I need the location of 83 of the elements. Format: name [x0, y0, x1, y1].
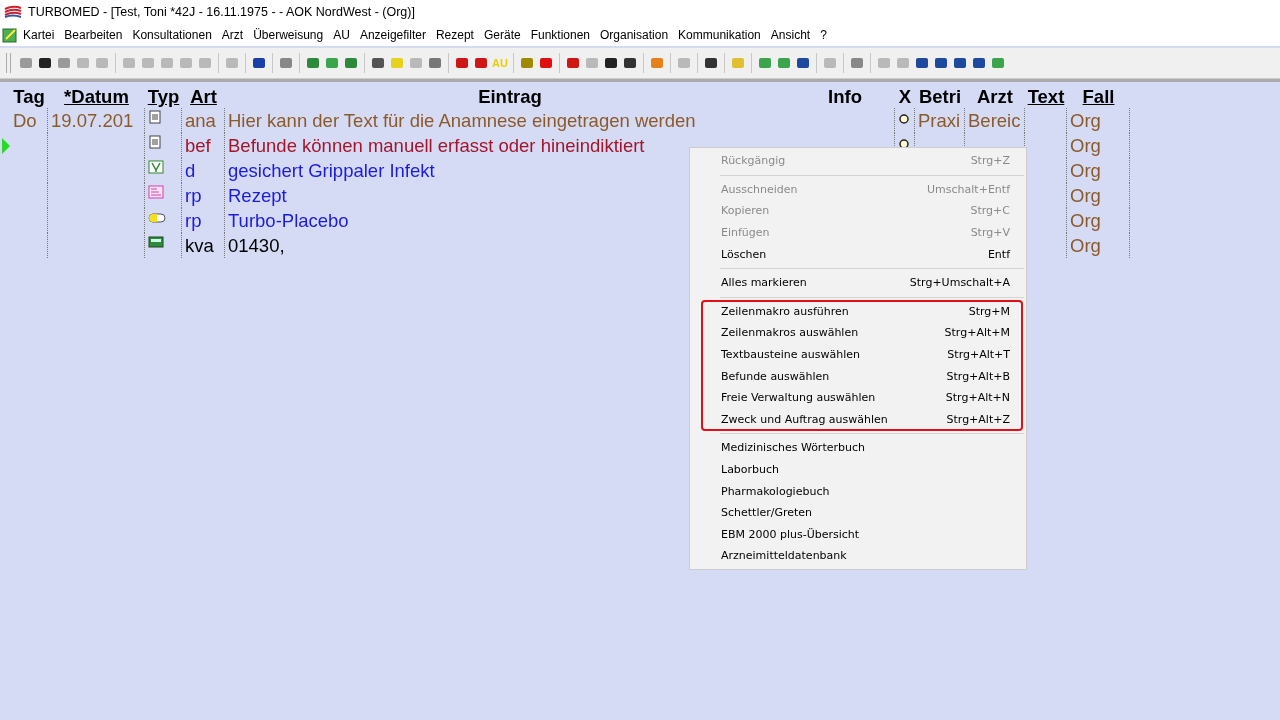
- toolbar-icon[interactable]: [621, 55, 638, 71]
- menu-item[interactable]: Kommunikation: [673, 28, 766, 42]
- menu-item[interactable]: Arzneimitteldatenbank: [702, 545, 1022, 567]
- menu-item[interactable]: Alles markieren Strg+Umschalt+A: [702, 271, 1022, 294]
- table-cell: Befunde können manuell erfasst oder hineindiktiert: [228, 135, 645, 156]
- column-header[interactable]: Art: [182, 86, 225, 108]
- toolbar-icon[interactable]: [951, 55, 968, 71]
- menu-item[interactable]: Funktionen: [525, 28, 595, 42]
- column-header[interactable]: Info: [795, 86, 895, 108]
- circle-icon: [899, 114, 909, 124]
- table-cell: Org: [1070, 160, 1101, 181]
- table-cell: bef: [185, 135, 211, 156]
- menu-item[interactable]: Organisation: [595, 28, 674, 42]
- window-title: TURBOMED - [Test, Toni *42J - 16.11.1975 - - AOK NordWest - (Org)]: [28, 5, 415, 19]
- table-cell: d: [185, 160, 196, 181]
- menu-item[interactable]: Löschen Entf: [702, 243, 1022, 265]
- menu-item[interactable]: Geräte: [478, 28, 526, 42]
- toolbar-icon[interactable]: [932, 55, 949, 71]
- table-cell: ana: [185, 110, 216, 131]
- toolbar-icon[interactable]: [37, 55, 53, 71]
- menu-item[interactable]: Zeilenmakros auswählen Strg+Alt+M: [702, 322, 1022, 344]
- table-cell: rp: [185, 210, 202, 231]
- document-icon: [148, 135, 162, 149]
- column-header[interactable]: Tag: [10, 86, 48, 108]
- table-cell: Rezept: [228, 185, 287, 206]
- column-header[interactable]: Eintrag: [225, 86, 795, 108]
- table-cell: Turbo-Placebo: [228, 210, 349, 231]
- menu-item[interactable]: Rezept: [430, 28, 479, 42]
- menu-item[interactable]: Textbausteine auswählen Strg+Alt+T: [702, 343, 1022, 366]
- menu-item[interactable]: Laborbuch: [702, 458, 1022, 481]
- table-cell: Praxi: [918, 110, 961, 131]
- table-cell: 19.07.201: [51, 110, 134, 131]
- toolbar-icon[interactable]: [794, 55, 811, 71]
- toolbar-icon[interactable]: [913, 55, 930, 71]
- menu-item[interactable]: Kartei: [18, 28, 60, 42]
- notepad-icon[interactable]: [2, 27, 18, 43]
- document-icon: [148, 110, 162, 124]
- menu-item[interactable]: Ansicht: [765, 28, 816, 42]
- column-header[interactable]: Fall: [1067, 86, 1130, 108]
- column-header[interactable]: Typ: [145, 86, 182, 108]
- calculator-icon: [148, 236, 164, 248]
- column-header[interactable]: Arzt: [965, 86, 1025, 108]
- menu-item[interactable]: Medizinisches Wörterbuch: [702, 437, 1022, 459]
- prescription-icon: [148, 185, 164, 199]
- menu-item[interactable]: Anzeigefilter: [354, 28, 431, 42]
- menu-item[interactable]: EBM 2000 plus-Übersicht: [702, 523, 1022, 546]
- toolbar-icon[interactable]: [370, 55, 386, 71]
- menu-item[interactable]: Freie Verwaltung auswählen Strg+Alt+N: [702, 386, 1022, 409]
- table-cell: Hier kann der Text für die Anamnese eingetragen werden: [228, 110, 696, 131]
- diagnosis-icon: [148, 160, 164, 174]
- menu-item[interactable]: Konsultationen: [127, 28, 217, 42]
- app-logo-icon: [4, 5, 22, 19]
- menu-item[interactable]: Zweck und Auftrag auswählen Strg+Alt+Z: [702, 408, 1022, 431]
- table-cell: Org: [1070, 235, 1101, 256]
- menu-item[interactable]: Pharmakologiebuch: [702, 480, 1022, 502]
- menu-item[interactable]: ?: [815, 28, 832, 42]
- toolbar-icon[interactable]: [702, 55, 719, 71]
- table-cell: kva: [185, 235, 214, 256]
- column-header[interactable]: Text: [1025, 86, 1067, 108]
- toolbar-icon[interactable]: [970, 55, 987, 71]
- menu-item[interactable]: Bearbeiten: [59, 28, 128, 42]
- table-cell: Org: [1070, 135, 1101, 156]
- current-row-marker-icon: [2, 137, 10, 154]
- column-header[interactable]: Betri: [915, 86, 965, 108]
- menu-item[interactable]: Befunde auswählen Strg+Alt+B: [702, 365, 1022, 387]
- pill-icon: [148, 213, 166, 223]
- table-cell: Org: [1070, 185, 1101, 206]
- menu-item[interactable]: AU: [328, 28, 355, 42]
- table-cell: rp: [185, 185, 202, 206]
- menu-item[interactable]: Zeilenmakro ausführen Strg+M: [702, 300, 1022, 323]
- table-cell: 01430,: [228, 235, 285, 256]
- column-header[interactable]: *Datum: [48, 86, 145, 108]
- toolbar-icon[interactable]: [602, 55, 619, 71]
- table-cell: Do: [13, 110, 37, 131]
- menu-item[interactable]: Schettler/Greten: [702, 501, 1022, 524]
- menu-item[interactable]: Überweisung: [248, 28, 329, 42]
- column-header[interactable]: X: [895, 86, 915, 108]
- table-cell: gesichert Grippaler Infekt: [228, 160, 435, 181]
- toolbar-icon[interactable]: [251, 55, 267, 71]
- menu-item[interactable]: Arzt: [216, 28, 249, 42]
- table-cell: Org: [1070, 210, 1101, 231]
- table-cell: Org: [1070, 110, 1101, 131]
- table-cell: Bereic: [968, 110, 1021, 131]
